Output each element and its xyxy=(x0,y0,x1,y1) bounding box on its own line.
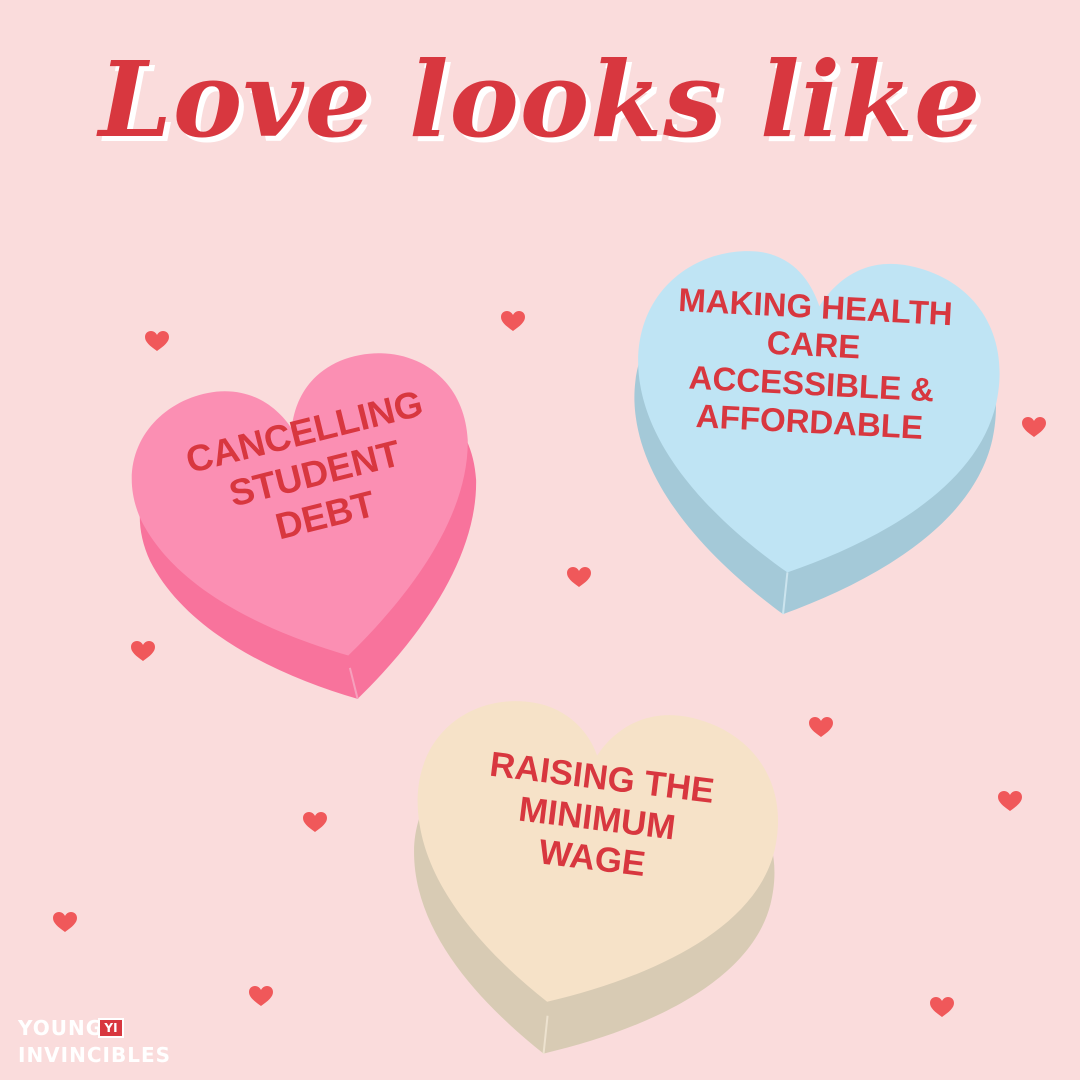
small-heart-icon xyxy=(53,912,77,932)
small-heart-icon xyxy=(998,791,1022,811)
small-heart-icon xyxy=(809,717,833,737)
poster: Love looks like CANCELLING STUDENT DEBT xyxy=(0,0,1080,1080)
small-heart-icon xyxy=(1022,417,1046,437)
small-heart-icon xyxy=(131,641,155,661)
logo-invincibles-text: INVINCIBLES xyxy=(18,1043,172,1067)
logo-badge: YI xyxy=(98,1018,124,1038)
small-heart-icon xyxy=(567,567,591,587)
page-title: Love looks like xyxy=(98,38,982,161)
small-heart-icon xyxy=(501,311,525,331)
candy-heart-cream: RAISING THE MINIMUM WAGE xyxy=(400,672,795,1067)
small-heart-icon xyxy=(249,986,273,1006)
small-heart-icon xyxy=(303,812,327,832)
candy-heart-pink: CANCELLING STUDENT DEBT xyxy=(120,320,510,710)
small-heart-icon xyxy=(930,997,954,1017)
heart-text-blue: MAKING HEALTH CARE ACCESSIBLE & AFFORDAB… xyxy=(636,279,989,450)
small-heart-icon xyxy=(145,331,169,351)
logo-young-text: YOUNG xyxy=(18,1016,104,1040)
candy-heart-blue: MAKING HEALTH CARE ACCESSIBLE & AFFORDAB… xyxy=(620,244,1005,624)
